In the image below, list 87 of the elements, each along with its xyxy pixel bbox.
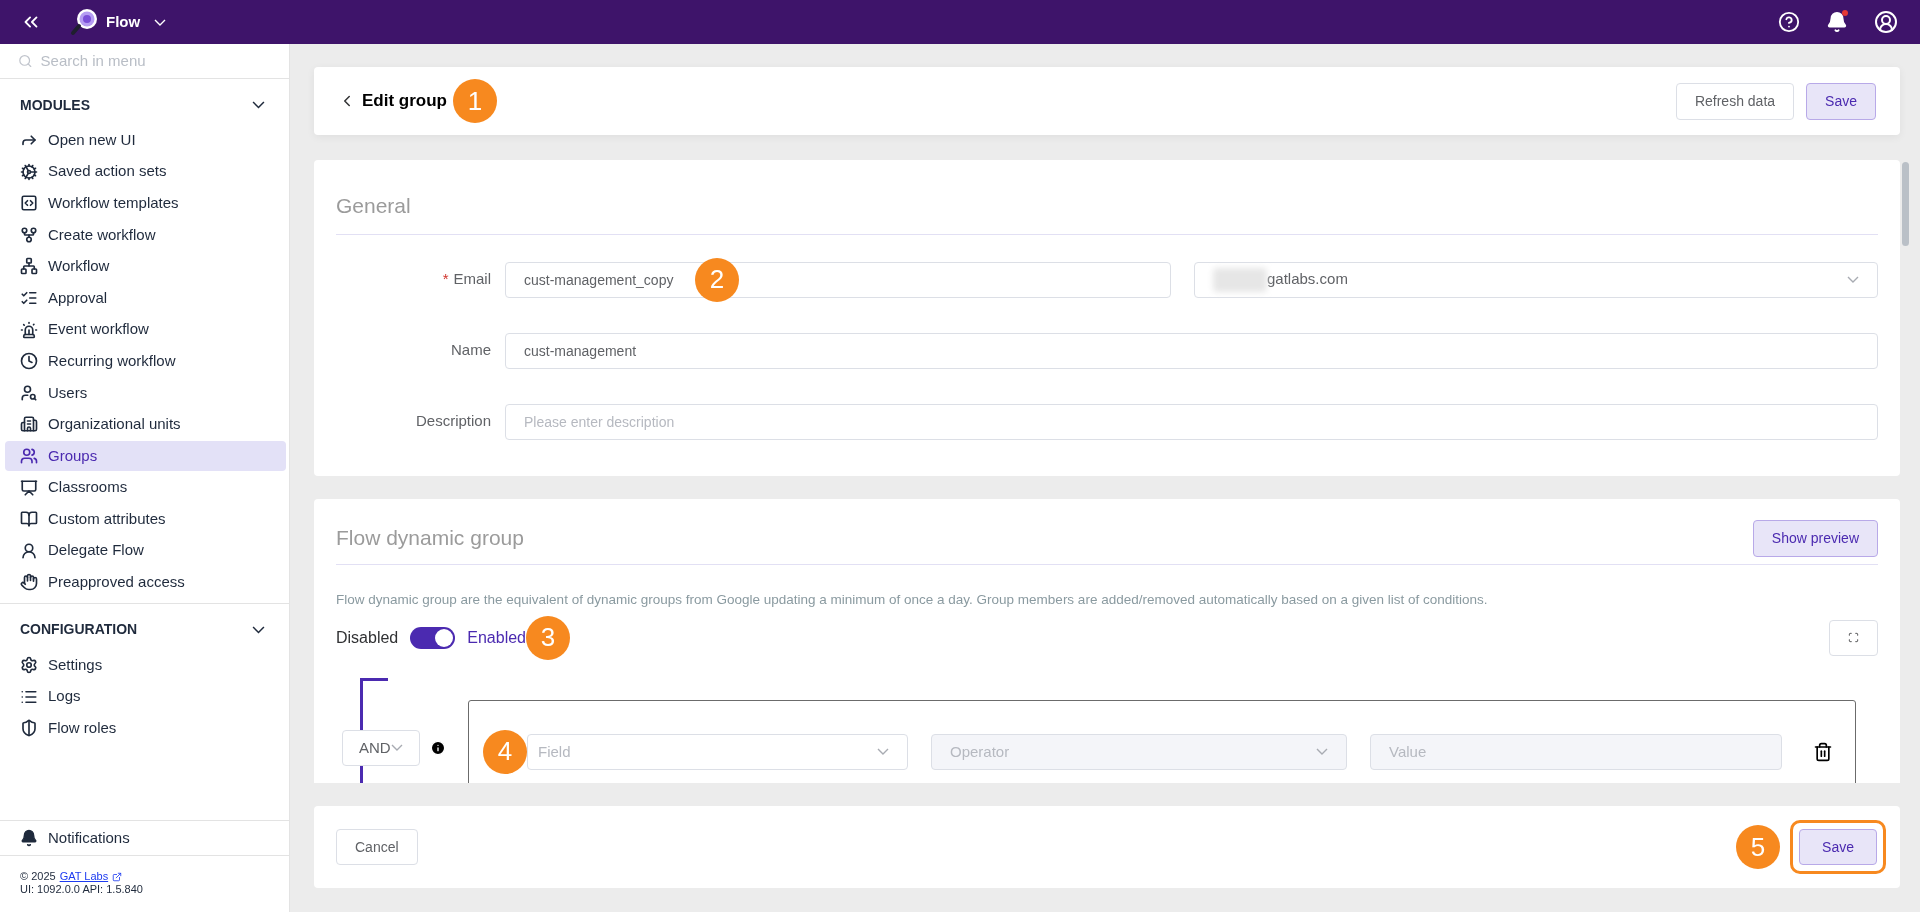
sidebar-item[interactable]: Flow roles <box>5 713 286 744</box>
domain-select[interactable]: gatlabs.com <box>1194 261 1878 298</box>
section-header[interactable]: MODULES <box>0 85 289 125</box>
building-icon <box>20 415 38 434</box>
logic-operator-value: AND <box>359 737 391 758</box>
sidebar-item[interactable]: Open new UI <box>5 125 286 155</box>
sidebar-item[interactable]: Workflow templates <box>5 188 286 219</box>
help-icon[interactable] <box>1778 11 1800 33</box>
show-preview-button[interactable]: Show preview <box>1752 519 1878 557</box>
users-icon <box>20 446 38 465</box>
version-text: UI: 1092.0.0 API: 1.5.840 <box>20 883 144 896</box>
toggle-off-label: Disabled <box>336 627 399 648</box>
chevron-icon <box>252 101 265 109</box>
field-label: Name <box>451 340 491 361</box>
page-title: Edit group <box>362 90 447 113</box>
fullscreen-icon <box>1848 632 1859 644</box>
hand-icon <box>20 573 38 592</box>
sidebar-item[interactable]: Custom attributes <box>5 504 286 535</box>
code-window-icon <box>20 194 38 213</box>
sidebar-item[interactable]: Logs <box>5 681 286 712</box>
app-name: Flow <box>106 11 141 32</box>
sidebar-item[interactable]: Create workflow <box>5 219 286 250</box>
callout-badge: 1 <box>453 79 497 123</box>
siren-icon <box>20 320 38 339</box>
sidebar-item[interactable]: Users <box>5 377 286 408</box>
sidebar-item[interactable]: Saved action sets <box>5 156 286 187</box>
section-title: Flow dynamic group <box>336 525 524 552</box>
chevron-icon <box>1847 276 1859 283</box>
notifications-link[interactable]: Notifications <box>48 826 130 850</box>
sidebar-item[interactable]: Organizational units <box>5 409 286 440</box>
settings-icon <box>20 655 38 674</box>
chevron-icon <box>1316 748 1328 756</box>
bell-icon <box>20 829 38 847</box>
callout-badge: 3 <box>526 615 570 660</box>
field-label: Email <box>453 269 491 290</box>
external-link-icon <box>112 871 123 882</box>
callout-badge: 4 <box>483 729 527 774</box>
trash-icon[interactable] <box>1813 741 1833 762</box>
chevron-icon <box>391 744 403 752</box>
classroom-board-icon <box>20 478 38 497</box>
section-title: General <box>336 190 1878 235</box>
book-icon <box>20 510 38 529</box>
sidebar-item[interactable]: Preapproved access <box>5 567 286 598</box>
sidebar-item[interactable]: Recurring workflow <box>5 346 286 377</box>
text-field[interactable]: Please enter description <box>505 403 1878 440</box>
notifications-icon[interactable] <box>1826 11 1848 33</box>
section-header[interactable]: CONFIGURATION <box>0 609 289 650</box>
chevron-icon <box>154 18 167 26</box>
enable-switch[interactable] <box>410 626 456 649</box>
sidebar-item[interactable]: Event workflow <box>5 314 286 345</box>
sidebar-item[interactable]: Classrooms <box>5 472 286 503</box>
redacted-blur <box>1213 267 1267 292</box>
copyright-text: © 2025 <box>20 870 56 883</box>
sidebar-item[interactable]: Settings <box>5 649 286 680</box>
user-search-icon <box>20 383 38 402</box>
refresh-button[interactable]: Refresh data <box>1675 82 1795 120</box>
sidebar-item[interactable]: Approval <box>5 282 286 313</box>
callout-badge: 5 <box>1736 825 1781 869</box>
toggle-on-label: Enabled <box>467 627 526 648</box>
fork-icon <box>20 225 38 244</box>
field-placeholder: Field <box>538 741 571 762</box>
field-label: Description <box>415 411 491 432</box>
logic-operator-select[interactable]: AND <box>342 729 420 766</box>
description-text: Flow dynamic group are the equivalent of dynamic groups from Google updating a minimum of once a day. Group members are added/removed automatically based on a given list of conditions. <box>336 590 1489 609</box>
operator-placeholder: Operator <box>950 741 1010 762</box>
search-icon <box>18 53 33 69</box>
save-button[interactable]: Save <box>1806 82 1876 120</box>
logo-icon <box>70 7 100 37</box>
domain-value: gatlabs.com <box>1267 269 1348 290</box>
menu-search-field[interactable]: Search in menu <box>40 49 271 73</box>
sidebar-item[interactable]: Groups <box>5 440 286 471</box>
chevron-icon <box>252 626 265 634</box>
company-link[interactable]: GAT Labs <box>59 870 109 883</box>
shield-icon <box>20 719 38 738</box>
callout-badge: 2 <box>695 257 739 302</box>
chevron-icon <box>877 748 889 756</box>
gear-icon <box>20 162 38 181</box>
required-mark: * <box>442 269 449 290</box>
account-icon[interactable] <box>1874 10 1898 34</box>
clock-icon <box>20 352 38 371</box>
hierarchy-icon <box>20 257 38 276</box>
sidebar-item[interactable]: Delegate Flow <box>5 535 286 566</box>
cancel-button[interactable]: Cancel <box>336 829 418 865</box>
info-icon[interactable] <box>430 739 446 756</box>
text-field[interactable]: cust-management <box>505 332 1878 369</box>
sidebar-item[interactable]: Workflow <box>5 251 286 282</box>
save-button[interactable]: Save <box>1799 829 1877 865</box>
